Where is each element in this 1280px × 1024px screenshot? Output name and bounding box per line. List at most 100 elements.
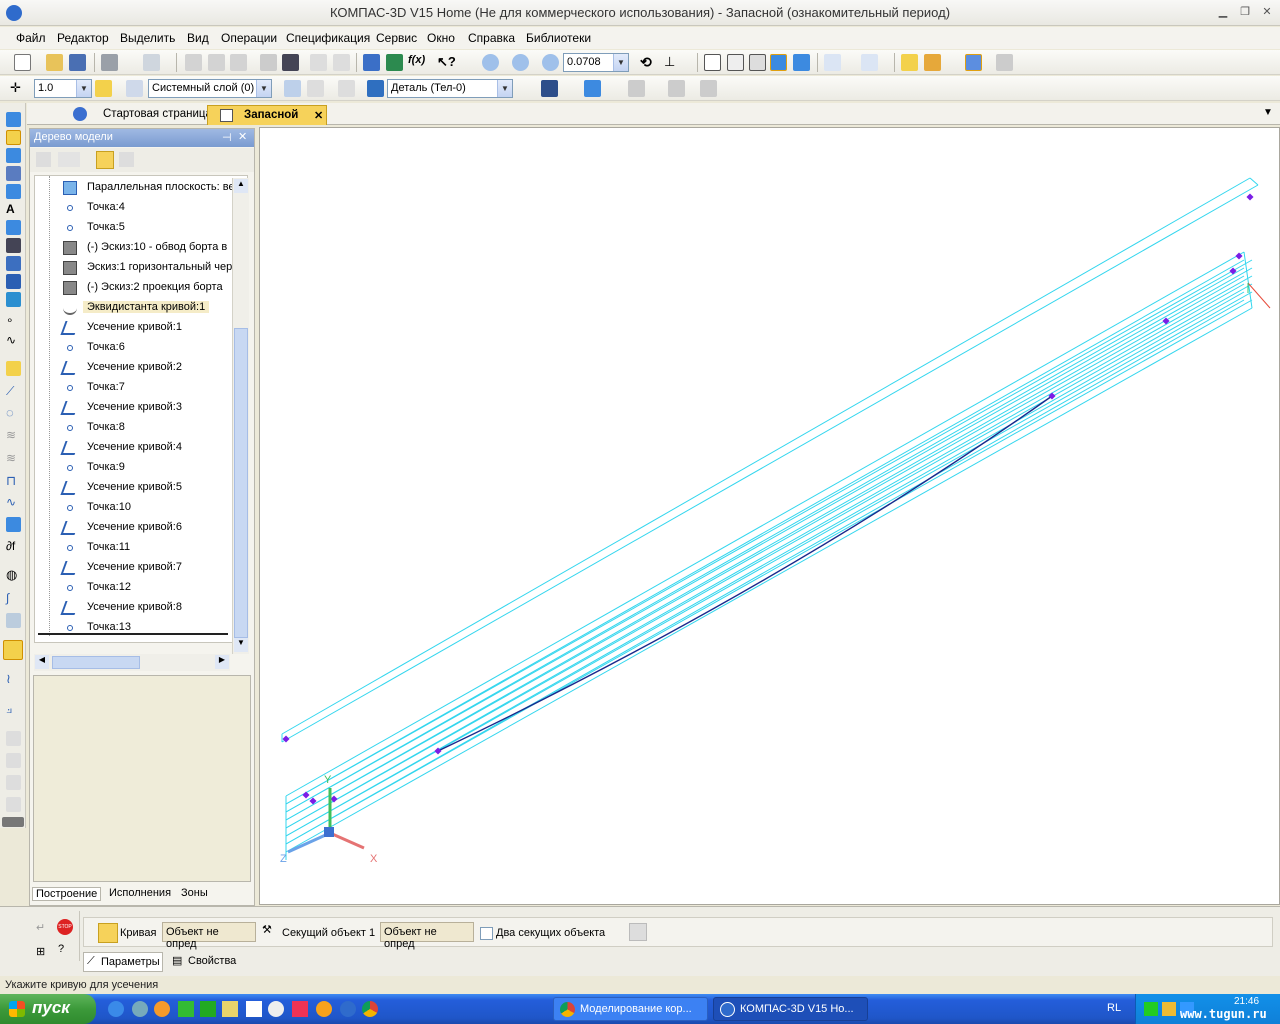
app-icon[interactable]: [178, 1001, 194, 1017]
scroll-thumb[interactable]: [52, 656, 140, 669]
nurbs-icon[interactable]: ∿: [6, 495, 21, 510]
tree-item[interactable]: Эквидистанта кривой:1: [35, 298, 247, 318]
start-button[interactable]: пуск: [0, 994, 96, 1024]
messenger-icon[interactable]: [132, 1001, 148, 1017]
model-point[interactable]: [302, 791, 310, 799]
undo-icon[interactable]: [310, 54, 327, 71]
tree-item[interactable]: Усечение кривой:4: [35, 438, 247, 458]
tab-postroenie[interactable]: Построение: [32, 887, 102, 901]
tree-item[interactable]: Точка:9: [35, 458, 247, 478]
model-point[interactable]: [1246, 193, 1254, 201]
scroll-left-icon[interactable]: ◀: [35, 655, 49, 669]
tree-item[interactable]: Усечение кривой:3: [35, 398, 247, 418]
tray-icon[interactable]: [1162, 1002, 1176, 1016]
tree-mode-icon[interactable]: [96, 151, 114, 169]
tab-zapasnoy[interactable]: Запасной ✕: [207, 105, 327, 125]
z-axis-line[interactable]: [287, 831, 331, 854]
arc-icon[interactable]: ◌: [6, 405, 21, 420]
tab-ispolneniya[interactable]: Исполнения: [109, 887, 171, 899]
tree-item[interactable]: Точка:10: [35, 498, 247, 518]
kompas-icon[interactable]: [340, 1001, 356, 1017]
plane-edge[interactable]: [285, 251, 1245, 797]
edit-details-icon[interactable]: [6, 112, 21, 127]
elements-icon[interactable]: [6, 274, 21, 289]
polyline-icon[interactable]: ⊓: [6, 473, 21, 488]
restore-button[interactable]: ❐: [1238, 6, 1252, 19]
close-button[interactable]: ✕: [1260, 6, 1274, 19]
curve-icon[interactable]: [98, 923, 118, 943]
auto-create-icon[interactable]: ⊞: [36, 945, 45, 958]
plane-edge[interactable]: [285, 275, 1245, 821]
copy-icon[interactable]: [208, 54, 225, 71]
reports-icon[interactable]: [6, 256, 21, 271]
curve-value-field[interactable]: Объект не опред: [162, 922, 256, 950]
plane-edge[interactable]: [285, 283, 1245, 829]
hidden-lines-icon[interactable]: [727, 54, 744, 71]
open-folder-icon[interactable]: [46, 54, 63, 71]
redo-icon[interactable]: [333, 54, 350, 71]
plane-edge[interactable]: [285, 259, 1253, 805]
tree-item[interactable]: Точка:7: [35, 378, 247, 398]
detail-combo[interactable]: Деталь (Тел-0) ▼: [387, 79, 513, 98]
tree-view-icon[interactable]: [58, 152, 80, 167]
swap-icon[interactable]: [629, 923, 647, 941]
tree-item[interactable]: Усечение кривой:2: [35, 358, 247, 378]
zoom-scale-icon[interactable]: [542, 54, 559, 71]
spline-icon[interactable]: ∿: [6, 333, 21, 348]
step-cursor-icon[interactable]: ✛: [10, 80, 27, 97]
help-icon[interactable]: ?: [58, 943, 64, 955]
sketch-mode-icon[interactable]: [284, 80, 301, 97]
tree-structure-icon[interactable]: [36, 152, 51, 167]
tab-zony[interactable]: Зоны: [181, 887, 208, 899]
chevron-down-icon[interactable]: ▼: [613, 54, 628, 71]
zoom-show-all-icon[interactable]: [512, 54, 529, 71]
tree-sort-icon[interactable]: [119, 152, 134, 167]
tree-horizontal-scrollbar[interactable]: ◀ ▶: [34, 654, 230, 671]
color-icon[interactable]: [584, 80, 601, 97]
dimensions-icon[interactable]: A: [6, 202, 21, 217]
tree-vertical-scrollbar[interactable]: ▲ ▼: [232, 178, 249, 654]
language-indicator[interactable]: RL: [1107, 1002, 1121, 1014]
model-viewport[interactable]: X Y Z: [259, 127, 1280, 905]
hidden-thin-icon[interactable]: [749, 54, 766, 71]
scroll-right-icon[interactable]: ▶: [215, 655, 229, 669]
tree-item[interactable]: Усечение кривой:8: [35, 598, 247, 618]
x-axis-line[interactable]: [329, 831, 365, 850]
chrome-icon[interactable]: [362, 1001, 378, 1017]
cutting-object-icon[interactable]: ⚒: [262, 923, 280, 943]
tab-parametry[interactable]: ⟋ Параметры: [83, 952, 163, 972]
two-cutting-checkbox[interactable]: [480, 927, 493, 940]
segment-icon[interactable]: ⟋: [6, 384, 21, 399]
arrays-icon[interactable]: [6, 166, 21, 181]
properties-brush-icon[interactable]: [260, 54, 277, 71]
scroll-thumb[interactable]: [234, 328, 248, 638]
point-tool-icon[interactable]: ∘: [6, 313, 21, 328]
close-icon[interactable]: ✕: [314, 109, 323, 122]
tree-item[interactable]: Точка:6: [35, 338, 247, 358]
print-icon[interactable]: [101, 54, 118, 71]
paste-icon[interactable]: [230, 54, 247, 71]
disabled-tool-icon[interactable]: [6, 797, 21, 812]
orientation-icon[interactable]: ⊥: [664, 54, 681, 71]
media-player-icon[interactable]: [268, 1001, 284, 1017]
menu-service[interactable]: Сервис: [376, 31, 417, 45]
tree-item[interactable]: Усечение кривой:7: [35, 558, 247, 578]
break-curve-icon[interactable]: ⟓: [6, 701, 21, 716]
zoom-combo[interactable]: 0.0708 ▼: [563, 53, 629, 72]
app-icon[interactable]: [200, 1001, 216, 1017]
cutting-object-value-field[interactable]: Объект не опред: [380, 922, 474, 950]
plane-edge[interactable]: [285, 291, 1253, 837]
panel-scroll-icon[interactable]: [2, 817, 24, 827]
tree-item[interactable]: Точка:4: [35, 198, 247, 218]
sheet-metal-icon[interactable]: [6, 292, 21, 307]
tree-item[interactable]: Точка:13: [35, 618, 247, 638]
model-point[interactable]: [330, 795, 338, 803]
plane-edge[interactable]: [285, 299, 1253, 845]
import-icon[interactable]: [6, 361, 21, 376]
tree-item[interactable]: Точка:12: [35, 578, 247, 598]
task-chrome[interactable]: Моделирование кор...: [553, 997, 708, 1021]
check-model-icon[interactable]: [965, 54, 982, 71]
firefox-icon[interactable]: [154, 1001, 170, 1017]
tabs-menu-icon[interactable]: ▼: [1263, 107, 1273, 118]
report-icon[interactable]: [996, 54, 1013, 71]
